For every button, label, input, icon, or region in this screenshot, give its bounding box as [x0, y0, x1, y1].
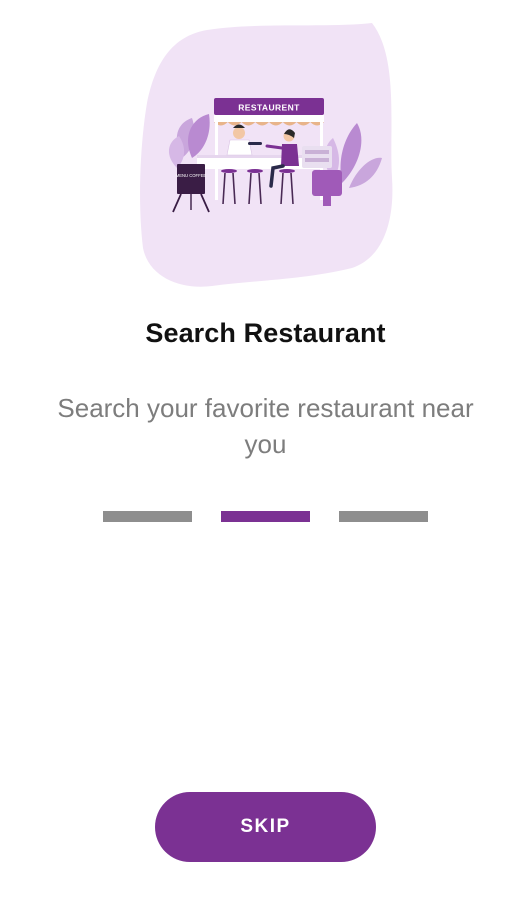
onboarding-subtitle: Search your favorite restaurant near you: [57, 393, 474, 459]
onboarding-screen: RESTAURENT MENU COFFEE Search Restaurant…: [0, 0, 531, 900]
page-indicator-dash-3: [339, 511, 428, 522]
onboarding-title: Search Restaurant: [145, 318, 386, 348]
page-indicator: [0, 511, 531, 523]
page-indicator-dash-2-active: [221, 511, 310, 522]
restaurant-illustration: RESTAURENT MENU COFFEE: [140, 23, 393, 287]
menu-board-text: MENU COFFEE: [176, 173, 207, 178]
page-indicator-dash-1: [103, 511, 192, 522]
skip-button[interactable]: SKIP: [155, 792, 376, 862]
restaurant-sign-text: RESTAURENT: [238, 103, 300, 113]
